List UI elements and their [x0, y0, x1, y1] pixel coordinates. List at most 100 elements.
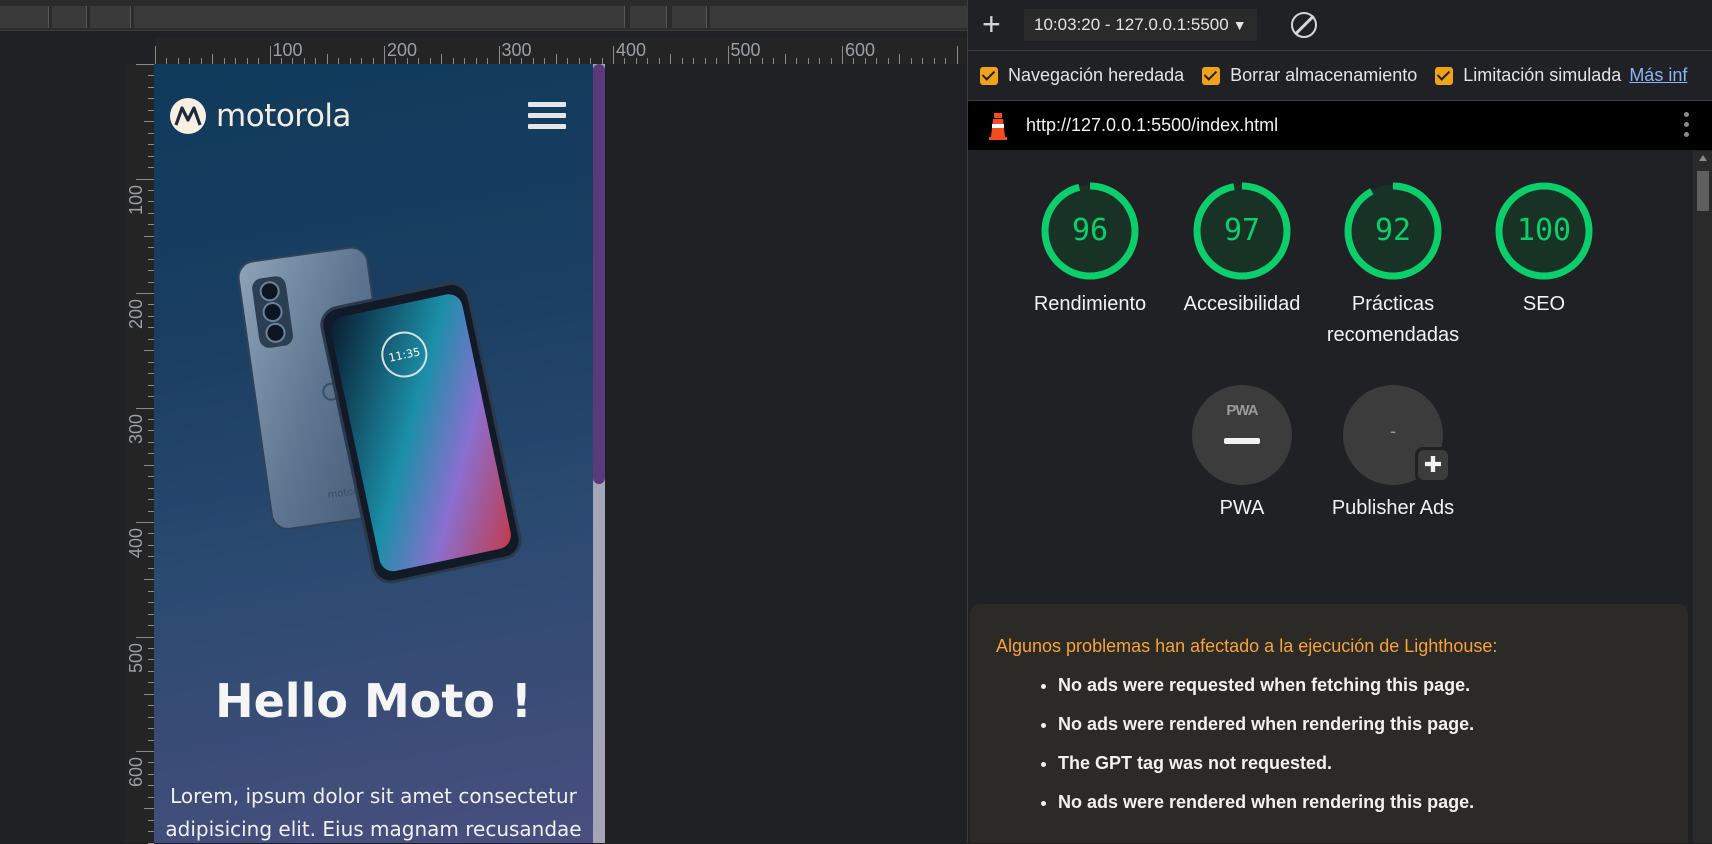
ruler-label: 400 — [616, 40, 647, 60]
ruler-tick — [136, 751, 154, 752]
gauge-label: Accesibilidad — [1183, 293, 1301, 315]
toolbar-segment[interactable] — [134, 6, 625, 28]
checkbox-checked-icon[interactable] — [1202, 66, 1221, 85]
ruler-tick — [144, 693, 154, 695]
warning-list: No ads were requested when fetching this… — [996, 666, 1474, 822]
hero-heading: Hello Moto ! — [215, 674, 532, 728]
ruler-tick — [658, 58, 660, 64]
ruler-tick — [136, 407, 154, 409]
gauge-label: Prácticas recomendadas — [1326, 293, 1460, 346]
gauge-score: 92 — [1374, 213, 1412, 248]
ruler-tick — [830, 58, 832, 64]
hero-description: Lorem, ipsum dolor sit amet consectetur … — [164, 780, 583, 843]
gauge-label: Rendimiento — [1033, 293, 1147, 315]
vertical-ruler: 100 200 300 400 500 600 — [126, 64, 154, 844]
pwa-badge-icon: PWA — [1226, 402, 1258, 419]
ruler-label: 500 — [730, 40, 761, 60]
warning-title: Algunos problemas han afectado a la ejec… — [996, 636, 1498, 656]
ruler-tick — [144, 808, 154, 810]
ruler-tick — [716, 58, 718, 64]
more-options-icon[interactable] — [1684, 112, 1689, 142]
toolbar-segment[interactable] — [710, 6, 968, 28]
viewport-scrollbar-thumb[interactable] — [593, 64, 605, 484]
gauge-score: 96 — [1071, 213, 1109, 248]
ruler-tick — [144, 121, 154, 123]
ruler-tick — [613, 46, 614, 64]
ruler-tick — [876, 58, 878, 64]
warning-item: The GPT tag was not requested. — [1058, 744, 1474, 783]
ruler-tick — [144, 235, 154, 237]
ruler-tick — [796, 58, 798, 64]
device-toolbar — [0, 0, 968, 31]
report-scrollbar-thumb[interactable] — [1697, 171, 1709, 211]
chevron-down-icon: ▼ — [1232, 17, 1247, 33]
gauge-performance[interactable]: 96 Rendimiento — [1010, 181, 1170, 320]
pwa-dash — [1224, 438, 1260, 444]
ruler-tick — [647, 58, 649, 64]
ruler-tick — [144, 464, 154, 466]
ruler-tick — [498, 46, 500, 64]
new-report-button[interactable]: + — [982, 8, 1001, 40]
gauge-score: 97 — [1223, 213, 1261, 248]
checkbox-checked-icon[interactable] — [1435, 66, 1454, 85]
checkbox-checked-icon[interactable] — [980, 66, 998, 85]
more-info-link[interactable]: Más inf — [1629, 65, 1687, 86]
site-brand[interactable]: motorola — [170, 98, 351, 134]
gauge-label: Publisher Ads — [1331, 497, 1455, 519]
ruler-tick — [693, 58, 695, 64]
device-emulation-area: 100 200 300 400 500 600 100 200 300 400 500 600 mo… — [0, 0, 968, 844]
horizontal-ruler: 100 200 300 400 500 600 — [155, 38, 967, 64]
toolbar-segment[interactable] — [90, 6, 131, 28]
ruler-tick — [441, 54, 443, 64]
ruler-tick — [136, 293, 154, 294]
gauge-label: PWA — [1219, 497, 1265, 519]
option-simulated-throttling[interactable]: Limitación simulada — [1435, 65, 1621, 86]
toolbar-segment[interactable] — [0, 6, 49, 28]
gauge-best-practices[interactable]: 92 Prácticas recomendadas — [1313, 181, 1473, 351]
motorola-logo-icon — [170, 98, 206, 134]
ruler-tick — [819, 58, 821, 64]
ruler-tick — [136, 178, 154, 180]
gauge-seo[interactable]: 100 SEO — [1464, 181, 1624, 320]
ruler-tick — [326, 54, 328, 64]
gauge-accessibility[interactable]: 97 Accesibilidad — [1162, 181, 1322, 320]
ruler-label: 600 — [845, 40, 876, 60]
ruler-label: 500 — [126, 642, 146, 673]
gauge-pwa[interactable]: PWA PWA — [1162, 385, 1322, 524]
warning-item: No ads were rendered when rendering this… — [1058, 705, 1474, 744]
hamburger-menu-icon[interactable] — [528, 102, 566, 132]
report-select[interactable]: 10:03:20 - 127.0.0.1:5500 ▼ — [1024, 9, 1257, 41]
lighthouse-toolbar: + 10:03:20 - 127.0.0.1:5500 ▼ — [968, 0, 1712, 51]
report-url: http://127.0.0.1:5500/index.html — [1026, 115, 1279, 135]
ruler-tick — [842, 46, 843, 64]
ruler-tick — [155, 46, 156, 64]
ruler-tick — [136, 636, 154, 638]
toolbar-segment[interactable] — [630, 6, 667, 28]
ruler-tick — [773, 58, 775, 64]
ruler-tick — [212, 54, 214, 64]
ruler-tick — [136, 64, 154, 65]
ruler-tick — [384, 46, 385, 64]
ruler-label: 200 — [126, 298, 146, 329]
clear-icon[interactable] — [1291, 12, 1317, 38]
lighthouse-panel: + 10:03:20 - 127.0.0.1:5500 ▼ Navegación… — [967, 0, 1712, 843]
option-legacy-navigation[interactable]: Navegación heredada — [980, 65, 1184, 86]
option-label: Limitación simulada — [1463, 65, 1622, 85]
toolbar-segment[interactable] — [672, 6, 707, 28]
toolbar-segment[interactable] — [52, 6, 87, 28]
phone-hero-image: motorola 11:35 — [237, 246, 522, 584]
report-scrollbar[interactable] — [1693, 151, 1712, 843]
ruler-tick — [144, 350, 154, 352]
ruler-label: 200 — [387, 40, 418, 60]
report-select-label: 10:03:20 - 127.0.0.1:5500 — [1034, 15, 1229, 34]
ruler-tick — [784, 54, 786, 64]
scroll-up-icon[interactable] — [1699, 155, 1707, 161]
report-url-bar: http://127.0.0.1:5500/index.html — [968, 101, 1712, 150]
ruler-tick — [269, 46, 271, 64]
ruler-tick — [922, 58, 924, 64]
lighthouse-report: 96 Rendimiento 97 Accesibilidad 92 Práct… — [968, 151, 1693, 843]
gauge-label: SEO — [1522, 293, 1566, 315]
gauge-publisher-ads[interactable]: - ✚ Publisher Ads — [1313, 385, 1473, 524]
warning-item: No ads were rendered when rendering this… — [1058, 783, 1474, 822]
option-clear-storage[interactable]: Borrar almacenamiento — [1202, 65, 1417, 86]
